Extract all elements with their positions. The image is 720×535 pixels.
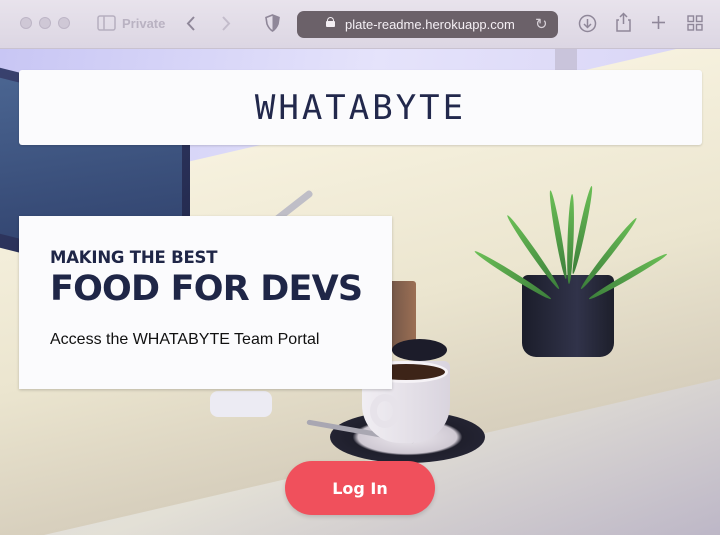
minimize-window-icon[interactable] bbox=[39, 17, 51, 29]
address-bar[interactable]: plate-readme.herokuapp.com bbox=[297, 11, 558, 38]
reload-icon[interactable]: ↻ bbox=[535, 15, 548, 33]
private-label: Private bbox=[122, 16, 166, 31]
brand-header: WHATABYTE bbox=[19, 70, 702, 145]
hero-portal-text: Access the WHATABYTE Team Portal bbox=[50, 331, 320, 348]
login-button[interactable]: Log In bbox=[285, 461, 435, 515]
tab-overview-icon[interactable] bbox=[687, 15, 703, 31]
back-arrow-icon[interactable] bbox=[186, 15, 196, 32]
new-tab-plus-icon[interactable] bbox=[651, 15, 666, 30]
forward-arrow-icon[interactable] bbox=[221, 15, 231, 32]
close-window-icon[interactable] bbox=[20, 17, 32, 29]
brand-logo-text[interactable]: WHATABYTE bbox=[255, 88, 466, 128]
lock-icon bbox=[326, 17, 335, 27]
hero-subtitle: MAKING THE BEST bbox=[50, 248, 218, 267]
download-icon[interactable] bbox=[578, 14, 597, 33]
sidebar-icon[interactable] bbox=[97, 15, 116, 31]
browser-toolbar: Private plate-readme.herokuapp.com ↻ bbox=[0, 0, 720, 49]
hero-title: FOOD FOR DEVS bbox=[50, 269, 363, 309]
zoom-window-icon[interactable] bbox=[58, 17, 70, 29]
hero-card: MAKING THE BEST FOOD FOR DEVS Access the… bbox=[19, 216, 392, 389]
share-icon[interactable] bbox=[615, 12, 632, 33]
privacy-shield-icon[interactable] bbox=[265, 14, 280, 32]
